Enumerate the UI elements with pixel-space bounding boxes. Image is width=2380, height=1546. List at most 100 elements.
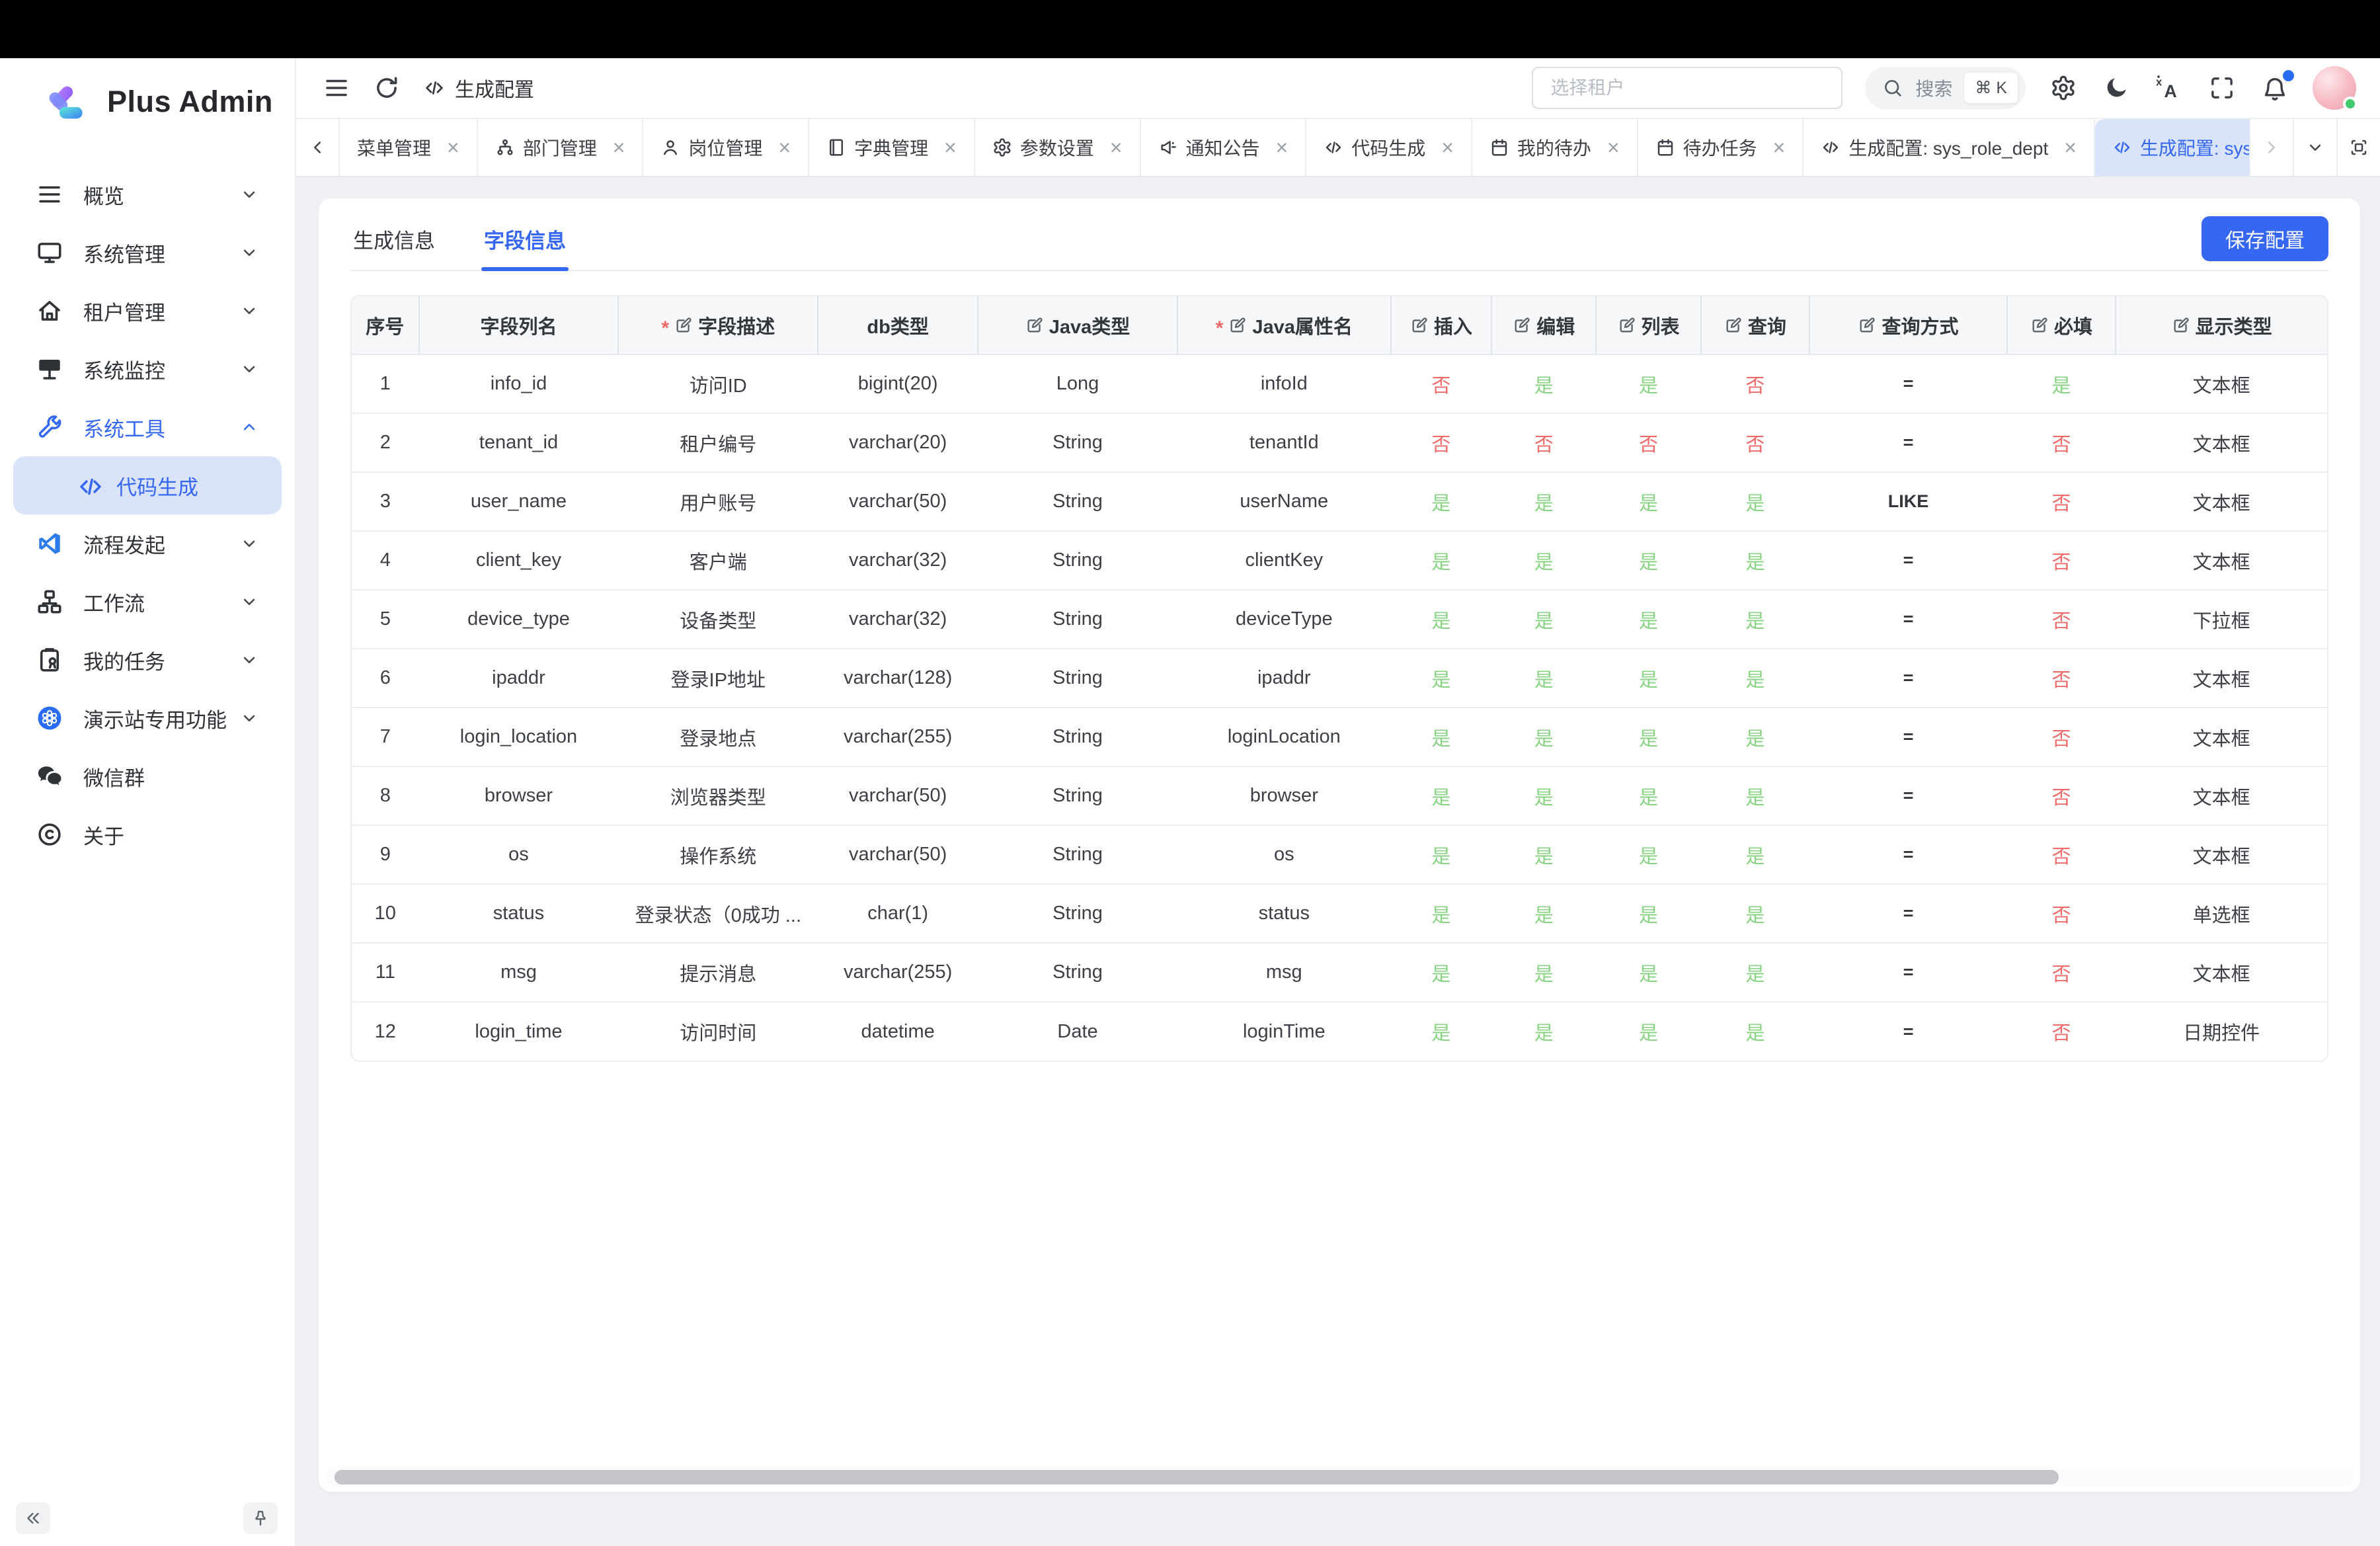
cell[interactable]: 否 — [2007, 649, 2116, 708]
translate-language-button[interactable]: xA — [2154, 73, 2184, 103]
cell[interactable]: 是 — [1491, 354, 1596, 413]
cell[interactable]: 是 — [1701, 531, 1809, 590]
brand-logo-row[interactable]: Plus Admin — [0, 58, 295, 145]
cell[interactable]: = — [1809, 884, 2007, 943]
cell[interactable]: 日期控件 — [2116, 1002, 2327, 1061]
cell[interactable]: String — [978, 531, 1177, 590]
cell[interactable]: 否 — [2007, 1002, 2116, 1061]
cell[interactable]: 是 — [1391, 649, 1491, 708]
cell[interactable]: browser — [1177, 766, 1391, 825]
cell[interactable]: 否 — [2007, 766, 2116, 825]
notification-bell-button[interactable] — [2260, 73, 2290, 103]
cell[interactable]: 操作系统 — [618, 825, 818, 884]
fullscreen-button[interactable] — [2207, 73, 2237, 103]
cell[interactable]: 是 — [1491, 649, 1596, 708]
tabs-scroll-right-button[interactable] — [2249, 119, 2293, 176]
sidebar-item-wechat[interactable]: 微信群 — [0, 747, 295, 805]
cell[interactable]: 是 — [1596, 354, 1700, 413]
page-tab[interactable]: 生成配置: sys_lo — [2095, 119, 2249, 176]
cell[interactable]: 租户编号 — [618, 413, 818, 472]
cell[interactable]: = — [1809, 531, 2007, 590]
dark-mode-moon-button[interactable] — [2101, 73, 2131, 103]
tenant-select-input[interactable] — [1532, 67, 1843, 109]
cell[interactable]: 提示消息 — [618, 943, 818, 1002]
cell[interactable]: 是 — [1596, 472, 1700, 531]
cell[interactable]: 否 — [2007, 825, 2116, 884]
cell[interactable]: 是 — [1701, 472, 1809, 531]
cell[interactable]: 设备类型 — [618, 590, 818, 649]
cell[interactable]: ipaddr — [1177, 649, 1391, 708]
cell[interactable]: loginTime — [1177, 1002, 1391, 1061]
cell[interactable]: 是 — [1391, 825, 1491, 884]
cell[interactable]: 是 — [1391, 884, 1491, 943]
cell[interactable]: 否 — [2007, 531, 2116, 590]
cell[interactable]: 是 — [1491, 531, 1596, 590]
sidebar-item-monitor[interactable]: 系统监控 — [0, 340, 295, 398]
cell[interactable]: 否 — [1391, 354, 1491, 413]
page-tab[interactable]: 生成配置: sys_role_dept× — [1804, 119, 2095, 176]
cell[interactable]: = — [1809, 1002, 2007, 1061]
cell[interactable]: 否 — [2007, 708, 2116, 766]
cell[interactable]: 是 — [1491, 766, 1596, 825]
cell[interactable]: 是 — [1596, 708, 1700, 766]
cell[interactable]: 是 — [1391, 472, 1491, 531]
cell[interactable]: 文本框 — [2116, 413, 2327, 472]
cell[interactable]: infoId — [1177, 354, 1391, 413]
cell[interactable]: os — [1177, 825, 1391, 884]
cell[interactable]: = — [1809, 943, 2007, 1002]
cell[interactable]: 登录状态（0成功 ... — [618, 884, 818, 943]
cell[interactable]: 否 — [2007, 884, 2116, 943]
cell[interactable]: 是 — [1596, 531, 1700, 590]
page-tab[interactable]: 代码生成× — [1306, 119, 1472, 176]
cell[interactable]: 单选框 — [2116, 884, 2327, 943]
cell[interactable]: 是 — [1596, 590, 1700, 649]
tab-close-icon[interactable]: × — [778, 137, 791, 158]
tab-generate-info[interactable]: 生成信息 — [350, 208, 438, 270]
cell[interactable]: 文本框 — [2116, 472, 2327, 531]
cell[interactable]: 否 — [2007, 413, 2116, 472]
cell[interactable]: 是 — [1491, 590, 1596, 649]
cell[interactable]: = — [1809, 649, 2007, 708]
cell[interactable]: 访问时间 — [618, 1002, 818, 1061]
cell[interactable]: 是 — [1596, 825, 1700, 884]
cell[interactable]: 是 — [1491, 708, 1596, 766]
global-search-button[interactable]: 搜索 ⌘ K — [1865, 67, 2026, 109]
cell[interactable]: 是 — [1391, 943, 1491, 1002]
cell[interactable]: 是 — [1391, 708, 1491, 766]
cell[interactable]: 是 — [1701, 649, 1809, 708]
cell[interactable]: 是 — [1491, 884, 1596, 943]
sidebar-item-codegen[interactable]: 代码生成 — [13, 456, 282, 514]
page-tab[interactable]: 通知公告× — [1141, 119, 1307, 176]
cell[interactable]: 否 — [2007, 472, 2116, 531]
page-tab[interactable]: 字典管理× — [809, 119, 975, 176]
cell[interactable]: 用户账号 — [618, 472, 818, 531]
sidebar-item-flow[interactable]: 流程发起 — [0, 514, 295, 573]
cell[interactable]: 客户端 — [618, 531, 818, 590]
sidebar-pin-button[interactable] — [243, 1502, 278, 1534]
cell[interactable]: 是 — [1391, 590, 1491, 649]
cell[interactable]: = — [1809, 413, 2007, 472]
cell[interactable]: 是 — [1596, 766, 1700, 825]
page-tab[interactable]: 我的待办× — [1472, 119, 1638, 176]
cell[interactable]: = — [1809, 766, 2007, 825]
tab-close-icon[interactable]: × — [944, 137, 957, 158]
tab-close-icon[interactable]: × — [1441, 137, 1454, 158]
cell[interactable]: 否 — [1701, 413, 1809, 472]
tab-close-icon[interactable]: × — [1276, 137, 1289, 158]
cell[interactable]: 否 — [1491, 413, 1596, 472]
sidebar-item-system[interactable]: 系统管理 — [0, 224, 295, 282]
user-avatar[interactable] — [2313, 66, 2356, 110]
horizontal-scrollbar-track[interactable] — [325, 1468, 2354, 1486]
cell[interactable]: 文本框 — [2116, 825, 2327, 884]
tab-close-icon[interactable]: × — [613, 137, 625, 158]
tabs-dropdown-button[interactable] — [2293, 119, 2336, 176]
cell[interactable]: 是 — [2007, 354, 2116, 413]
cell[interactable]: 是 — [1491, 825, 1596, 884]
cell[interactable]: Long — [978, 354, 1177, 413]
sidebar-item-tenant[interactable]: 租户管理 — [0, 282, 295, 340]
sidebar-item-mytasks[interactable]: 我的任务 — [0, 631, 295, 689]
page-tab[interactable]: 待办任务× — [1638, 119, 1804, 176]
hamburger-menu-icon[interactable] — [323, 74, 350, 102]
cell[interactable]: String — [978, 649, 1177, 708]
cell[interactable]: 浏览器类型 — [618, 766, 818, 825]
